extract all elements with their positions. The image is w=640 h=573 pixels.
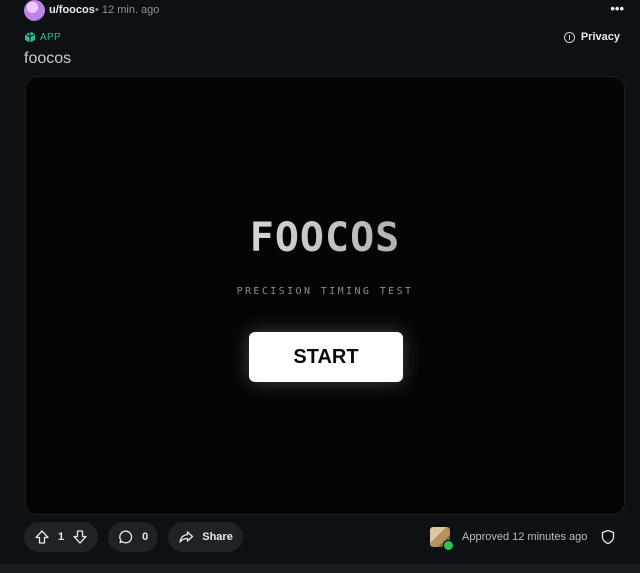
comments-button[interactable]: 0 bbox=[108, 522, 159, 552]
approved-check-icon bbox=[443, 540, 454, 551]
more-options-button[interactable]: ••• bbox=[610, 0, 624, 18]
privacy-label: Privacy bbox=[580, 31, 620, 43]
approved-text: Approved 12 minutes ago bbox=[462, 531, 588, 543]
post-title[interactable]: foocos bbox=[24, 50, 71, 68]
post-actions: 1 0 Share bbox=[24, 522, 243, 552]
comment-count: 0 bbox=[142, 531, 149, 543]
upvote-icon[interactable] bbox=[34, 529, 50, 545]
privacy-button[interactable]: Privacy bbox=[563, 31, 620, 43]
post-meta: • 12 min. ago bbox=[95, 4, 159, 16]
comment-icon bbox=[119, 530, 133, 544]
info-icon bbox=[563, 31, 575, 43]
share-label: Share bbox=[202, 531, 233, 543]
start-button[interactable]: START bbox=[249, 332, 403, 382]
app-badge: APP bbox=[24, 30, 61, 44]
share-button[interactable]: Share bbox=[168, 522, 243, 552]
post-header: u/foocos • 12 min. ago ••• bbox=[24, 0, 636, 22]
game-title: FOOCOS bbox=[26, 215, 624, 261]
username-link[interactable]: u/foocos bbox=[49, 4, 95, 16]
game-subtitle: PRECISION TIMING TEST bbox=[236, 286, 414, 297]
user-avatar[interactable] bbox=[24, 0, 45, 21]
share-icon bbox=[179, 531, 194, 543]
approval-status: Approved 12 minutes ago bbox=[428, 522, 587, 552]
app-label: APP bbox=[40, 31, 61, 43]
moderator-avatar bbox=[428, 524, 454, 551]
vote-count: 1 bbox=[58, 531, 65, 543]
bottom-divider bbox=[0, 564, 640, 573]
app-icon bbox=[24, 31, 36, 43]
game-embed[interactable]: FOOCOS PRECISION TIMING TEST START bbox=[25, 76, 625, 515]
shield-icon[interactable] bbox=[600, 529, 616, 545]
post-timestamp: 12 min. ago bbox=[101, 4, 160, 16]
vote-group: 1 bbox=[24, 522, 99, 552]
downvote-icon[interactable] bbox=[72, 529, 88, 545]
meta-separator: • bbox=[95, 4, 99, 16]
